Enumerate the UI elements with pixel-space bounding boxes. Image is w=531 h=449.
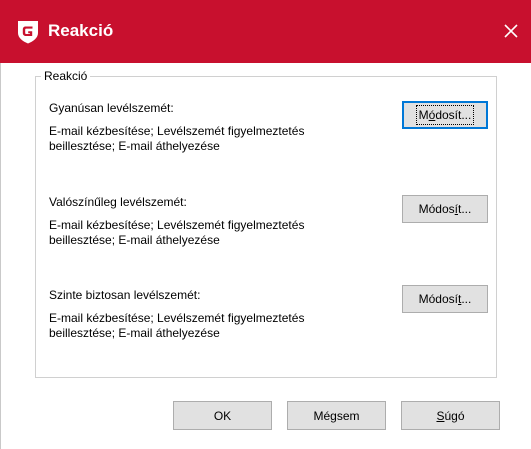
suspected-spam-actions-line1: E-mail kézbesítése; Levélszemét figyelme… [49,124,305,138]
probable-spam-actions: E-mail kézbesítése; Levélszemét figyelme… [49,218,369,248]
modify-button-label: Módosít... [418,202,472,216]
window-title: Reakció [48,21,114,40]
cancel-button-label: Mégsem [313,408,360,423]
suspected-spam-label: Gyanúsan levélszemét: [49,101,174,115]
close-button[interactable] [491,14,531,50]
probable-spam-actions-line1: E-mail kézbesítése; Levélszemét figyelme… [49,218,305,232]
modify-button-label: Módosít... [415,105,475,125]
almost-certain-spam-actions-line2: beillesztése; E-mail áthelyezése [49,326,220,340]
close-icon [503,23,519,42]
help-button-label: Súgó [436,408,465,423]
suspected-spam-actions: E-mail kézbesítése; Levélszemét figyelme… [49,124,369,154]
title-bar: Reakció [0,0,531,63]
window-border [0,63,1,449]
probable-spam-actions-line2: beillesztése; E-mail áthelyezése [49,233,220,247]
suspected-spam-actions-line2: beillesztése; E-mail áthelyezése [49,139,220,153]
almost-certain-spam-actions: E-mail kézbesítése; Levélszemét figyelme… [49,311,369,341]
modify-suspected-spam-button[interactable]: Módosít... [402,101,488,129]
almost-certain-spam-actions-line1: E-mail kézbesítése; Levélszemét figyelme… [49,311,305,325]
ok-button[interactable]: OK [173,401,272,430]
groupbox-label: Reakció [41,69,91,83]
modify-almost-certain-spam-button[interactable]: Módosít... [402,285,488,313]
help-button[interactable]: Súgó [401,401,500,430]
ok-button-label: OK [213,408,232,423]
almost-certain-spam-label: Szinte biztosan levélszemét: [49,288,201,302]
modify-probable-spam-button[interactable]: Módosít... [402,195,488,223]
modify-button-label: Módosít... [418,292,472,306]
g-data-shield-icon [17,20,39,44]
cancel-button[interactable]: Mégsem [287,401,386,430]
probable-spam-label: Valószínűleg levélszemét: [49,195,187,209]
